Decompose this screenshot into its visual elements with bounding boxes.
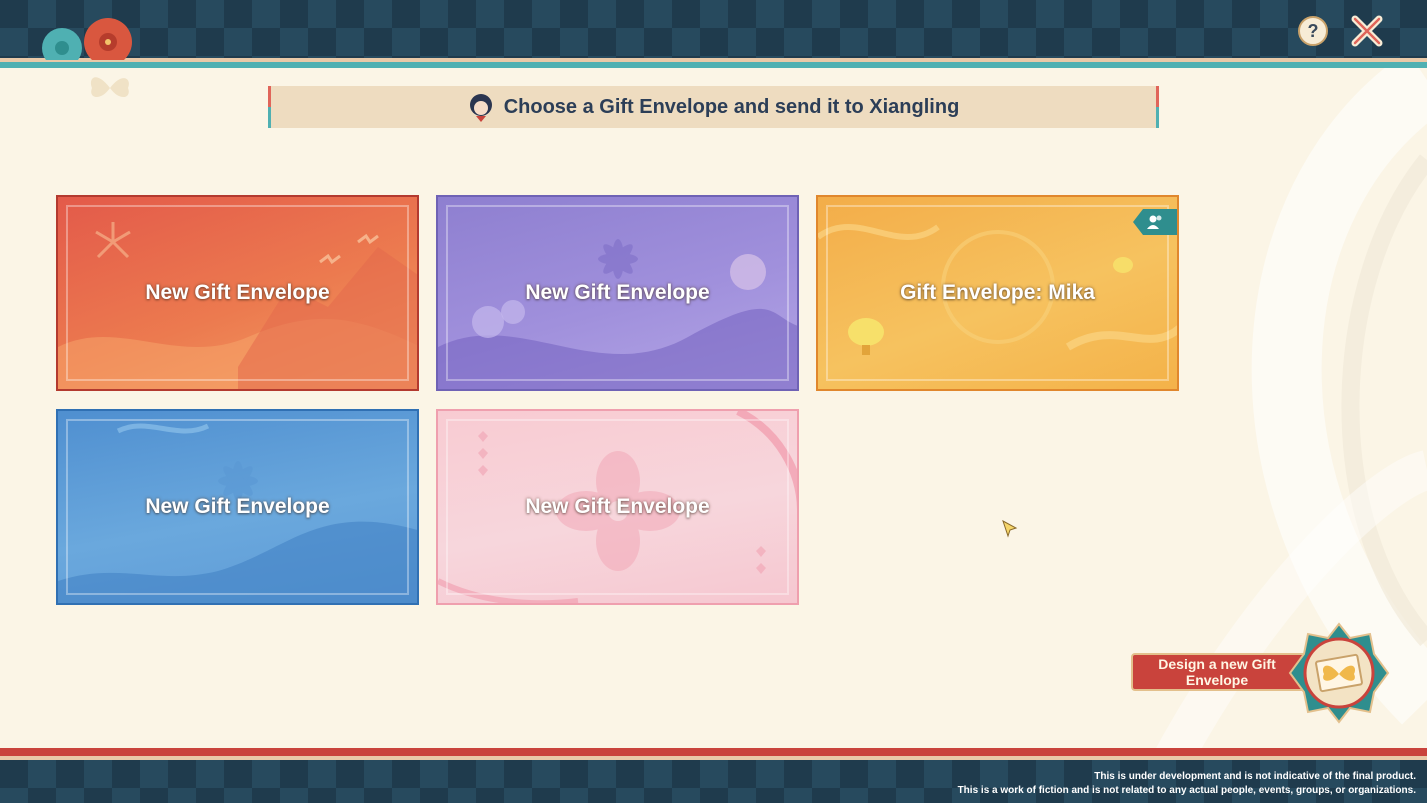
- mouse-cursor-icon: [1002, 520, 1018, 538]
- shared-people-icon: [1147, 215, 1162, 229]
- butterfly-decoration-icon: [90, 77, 129, 98]
- svg-text:?: ?: [1308, 21, 1319, 41]
- close-button[interactable]: [1350, 14, 1384, 48]
- top-bar: [0, 0, 1427, 58]
- disclaimer: This is under development and is not ind…: [958, 770, 1416, 798]
- envelope-label: New Gift Envelope: [525, 281, 710, 304]
- question-icon: ?: [1298, 16, 1328, 46]
- envelope-card-4[interactable]: New Gift Envelope: [56, 409, 419, 605]
- help-button[interactable]: ?: [1296, 14, 1330, 48]
- design-envelope-emblem-icon[interactable]: [1288, 622, 1390, 724]
- flower-decoration-icon: [42, 18, 132, 60]
- envelope-label: New Gift Envelope: [145, 495, 330, 518]
- top-accent-stripe: [0, 62, 1427, 68]
- design-button-label: Design a new Gift Envelope: [1158, 656, 1276, 688]
- instruction-text: Choose a Gift Envelope and send it to Xi…: [503, 95, 960, 118]
- disclaimer-line-2: This is a work of fiction and is not rel…: [957, 785, 1416, 796]
- instruction-banner: Choose a Gift Envelope and send it to Xi…: [268, 86, 1159, 128]
- close-icon: [1351, 15, 1383, 47]
- envelope-card-5[interactable]: New Gift Envelope: [436, 409, 799, 605]
- disclaimer-line-1: This is under development and is not ind…: [1094, 771, 1416, 782]
- envelope-label: New Gift Envelope: [525, 495, 710, 518]
- envelope-label: Gift Envelope: Mika: [900, 281, 1095, 304]
- character-avatar-icon: [469, 94, 492, 122]
- envelope-label: New Gift Envelope: [145, 281, 330, 304]
- bottom-accent-stripe: [0, 748, 1427, 756]
- envelope-card-1[interactable]: New Gift Envelope: [56, 195, 419, 391]
- envelope-card-3[interactable]: Gift Envelope: Mika: [816, 195, 1179, 391]
- envelope-card-2[interactable]: New Gift Envelope: [436, 195, 799, 391]
